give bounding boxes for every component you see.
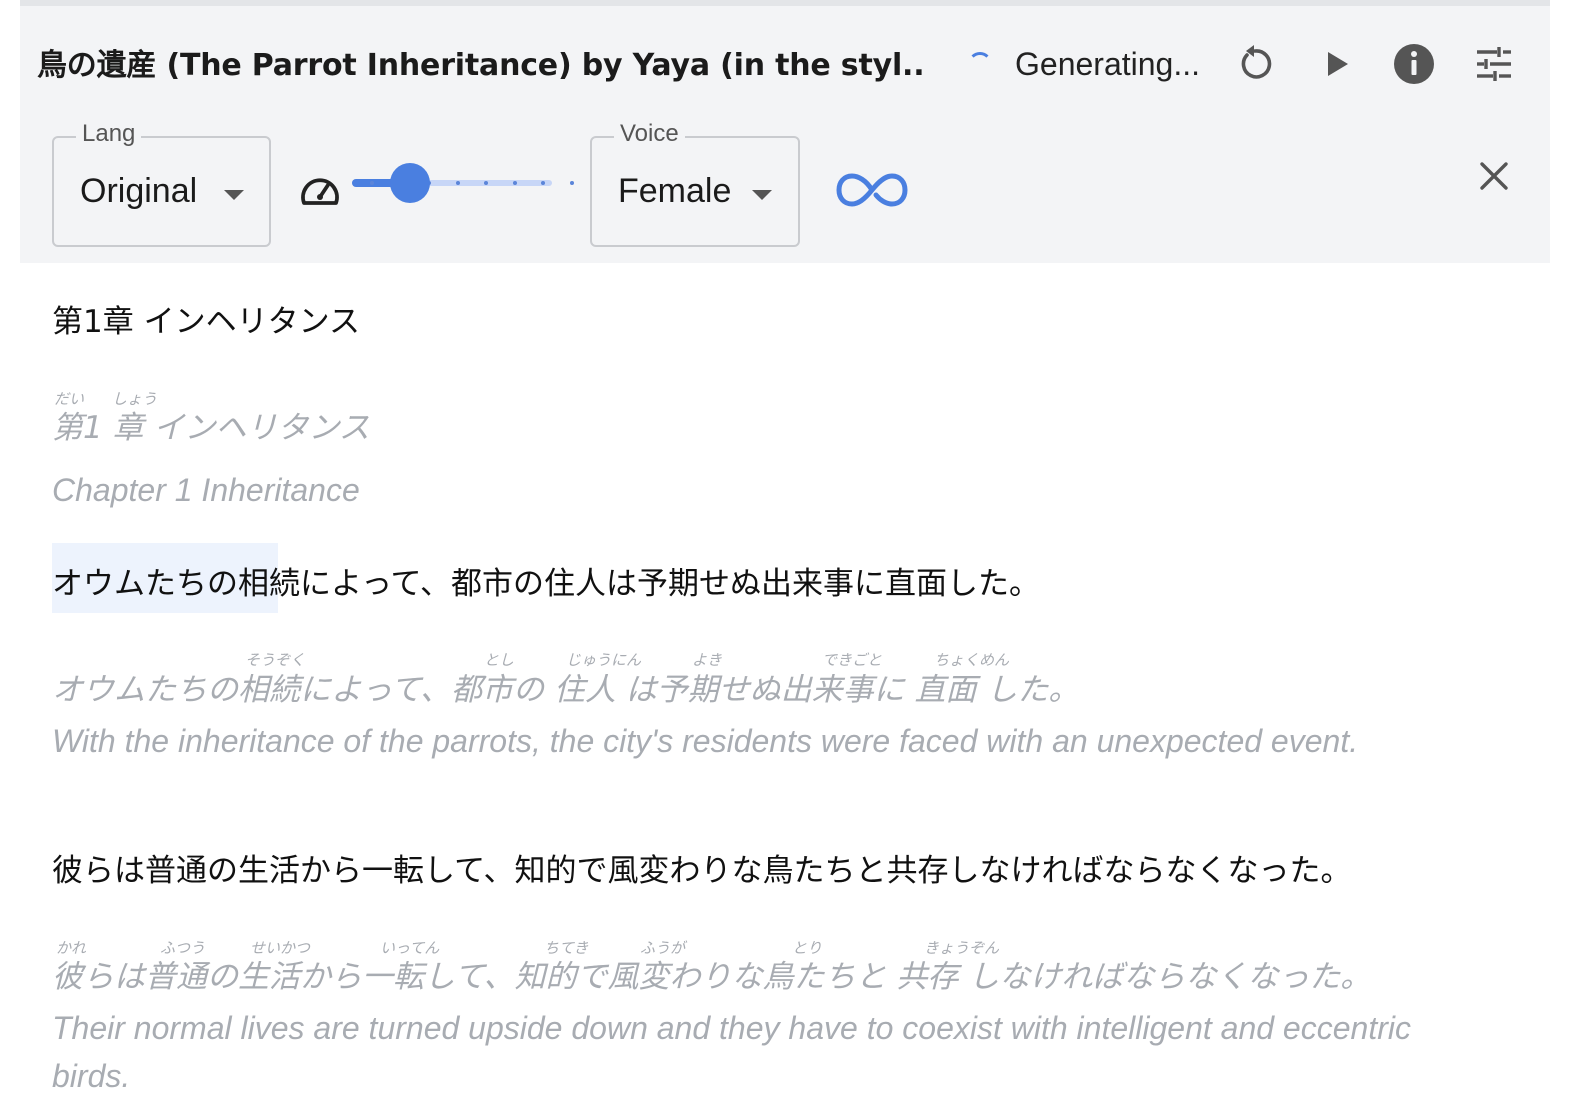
lang-select[interactable]: Lang Original	[52, 120, 271, 247]
settings-button[interactable]	[1470, 40, 1518, 88]
player-header: 鳥の遺産 (The Parrot Inheritance) by Yaya (i…	[20, 6, 1550, 263]
slider-tick	[570, 181, 574, 185]
lang-value: Original	[80, 172, 198, 210]
chapter-heading: 第1章 インヘリタンス	[52, 304, 360, 340]
generation-status: Generating...	[1015, 46, 1200, 82]
loop-toggle[interactable]	[834, 166, 910, 214]
slider-tick	[455, 181, 460, 185]
sentence-text[interactable]: 彼らは普通の生活から一転して、知的で風変わりな鳥たちと共存しなければならなくなっ…	[52, 845, 1352, 890]
furigana-line: オウムたちの相続によって、都市の 住人 は予期せぬ出来事に 直面 した。	[52, 672, 1080, 708]
gauge-icon	[301, 178, 339, 205]
loading-spinner-icon	[968, 52, 992, 76]
info-button[interactable]	[1390, 40, 1438, 88]
translation-text: Chapter 1 Inheritance	[52, 472, 360, 508]
voice-select[interactable]: Voice Female	[590, 120, 800, 247]
close-icon	[1480, 162, 1508, 190]
restart-button[interactable]	[1231, 40, 1279, 88]
info-icon	[1394, 44, 1434, 84]
slider-tick	[512, 181, 517, 185]
play-button[interactable]	[1312, 40, 1360, 88]
chevron-down-icon	[752, 190, 772, 200]
voice-legend: Voice	[614, 120, 685, 148]
sentence-text[interactable]: オウムたちの相続によって、都市の住人は予期せぬ出来事に直面した。	[52, 558, 1040, 603]
speed-slider[interactable]	[352, 163, 574, 204]
furigana-line: 彼らは普通の生活から一転して、知的で風変わりな鳥たちと 共存 しなければならなく…	[52, 959, 1372, 995]
translation-text: With the inheritance of the parrots, the…	[52, 723, 1359, 759]
close-button[interactable]	[1470, 152, 1518, 200]
translation-text: Their normal lives are turned upside dow…	[52, 1010, 1411, 1094]
restart-icon	[1241, 45, 1272, 79]
speed-icon-wrapper	[296, 167, 344, 215]
settings-sliders-icon	[1477, 47, 1511, 81]
lang-legend: Lang	[76, 120, 142, 148]
book-title: 鳥の遺産 (The Parrot Inheritance) by Yaya (i…	[37, 48, 927, 83]
chevron-down-icon	[224, 190, 244, 200]
play-icon	[1328, 52, 1348, 76]
voice-value: Female	[618, 172, 732, 210]
slider-tick	[370, 181, 374, 185]
furigana-line: 第1 章 インヘリタンス	[52, 410, 370, 446]
slider-thumb[interactable]	[390, 163, 430, 203]
loop-icon	[836, 173, 908, 207]
